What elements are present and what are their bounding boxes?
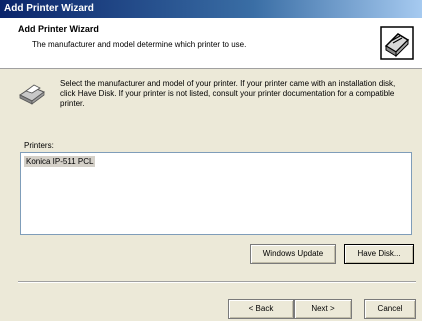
printers-label: Printers: [24, 141, 54, 150]
header-title: Add Printer Wizard [18, 24, 99, 34]
window-title-bar[interactable]: Add Printer Wizard [0, 0, 422, 18]
wizard-body: Select the manufacturer and model of you… [0, 69, 422, 321]
windows-update-button[interactable]: Windows Update [250, 244, 336, 264]
header-subtitle: The manufacturer and model determine whi… [32, 40, 247, 49]
separator [18, 281, 416, 283]
window-title: Add Printer Wizard [4, 3, 94, 14]
printers-list[interactable]: Konica IP-511 PCL [20, 152, 412, 235]
have-disk-button[interactable]: Have Disk... [344, 244, 414, 264]
list-item[interactable]: Konica IP-511 PCL [24, 156, 96, 167]
next-button[interactable]: Next > [294, 299, 352, 319]
back-button[interactable]: < Back [228, 299, 294, 319]
printer-wizard-icon [380, 26, 414, 60]
wizard-header: Add Printer Wizard The manufacturer and … [0, 18, 422, 69]
cancel-button[interactable]: Cancel [364, 299, 416, 319]
instruction-text: Select the manufacturer and model of you… [60, 79, 396, 108]
printer-icon [18, 81, 46, 105]
